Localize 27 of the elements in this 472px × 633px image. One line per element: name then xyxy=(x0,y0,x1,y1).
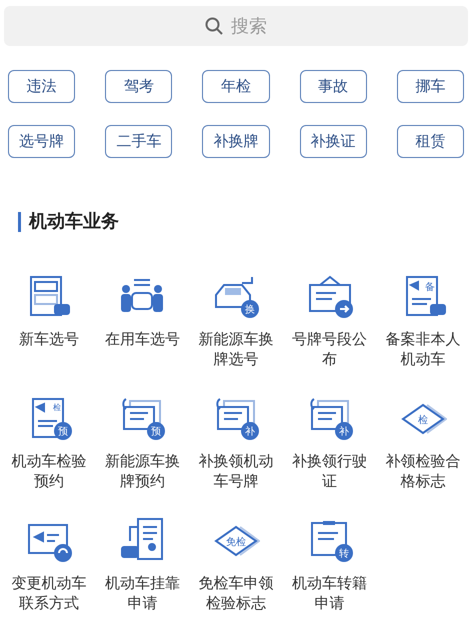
search-placeholder: 搜索 xyxy=(231,14,267,38)
category-tag[interactable]: 挪车 xyxy=(396,70,464,103)
service-label[interactable]: 新车选号 xyxy=(8,329,90,349)
service-label[interactable]: 免检车申领检验标志 xyxy=(194,573,277,613)
category-tag[interactable]: 租赁 xyxy=(396,125,464,158)
service-label[interactable]: 备案非本人机动车 xyxy=(382,329,464,369)
category-tag[interactable]: 年检 xyxy=(202,70,270,103)
search-icon xyxy=(205,17,223,35)
service-label[interactable]: 号牌号段公布 xyxy=(288,329,371,369)
service-label[interactable]: 变更机动车联系方式 xyxy=(8,573,90,613)
category-tag[interactable]: 驾考 xyxy=(105,70,172,103)
service-label[interactable]: 机动车检验预约 xyxy=(8,451,90,491)
service-label[interactable]: 机动车挂靠申请 xyxy=(101,573,184,613)
category-tag[interactable]: 二手车 xyxy=(105,125,172,158)
service-label[interactable]: 新能源车换牌预约 xyxy=(101,451,184,491)
category-tag[interactable]: 选号牌 xyxy=(8,125,76,158)
service-label[interactable]: 补换领机动车号牌 xyxy=(194,451,277,491)
service-label[interactable]: 机动车转籍申请 xyxy=(288,573,371,613)
section-title: 机动车业务 xyxy=(29,210,119,234)
category-tag[interactable]: 补换证 xyxy=(300,125,367,158)
service-label[interactable]: 补换领行驶证 xyxy=(288,451,371,491)
service-label[interactable]: 补领检验合格标志 xyxy=(382,451,464,491)
service-label[interactable]: 在用车选号 xyxy=(101,329,184,349)
category-tag[interactable]: 补换牌 xyxy=(202,125,270,158)
service-label[interactable]: 新能源车换牌选号 xyxy=(194,329,277,369)
category-tag[interactable]: 违法 xyxy=(8,70,76,103)
category-tag[interactable]: 事故 xyxy=(300,70,367,103)
